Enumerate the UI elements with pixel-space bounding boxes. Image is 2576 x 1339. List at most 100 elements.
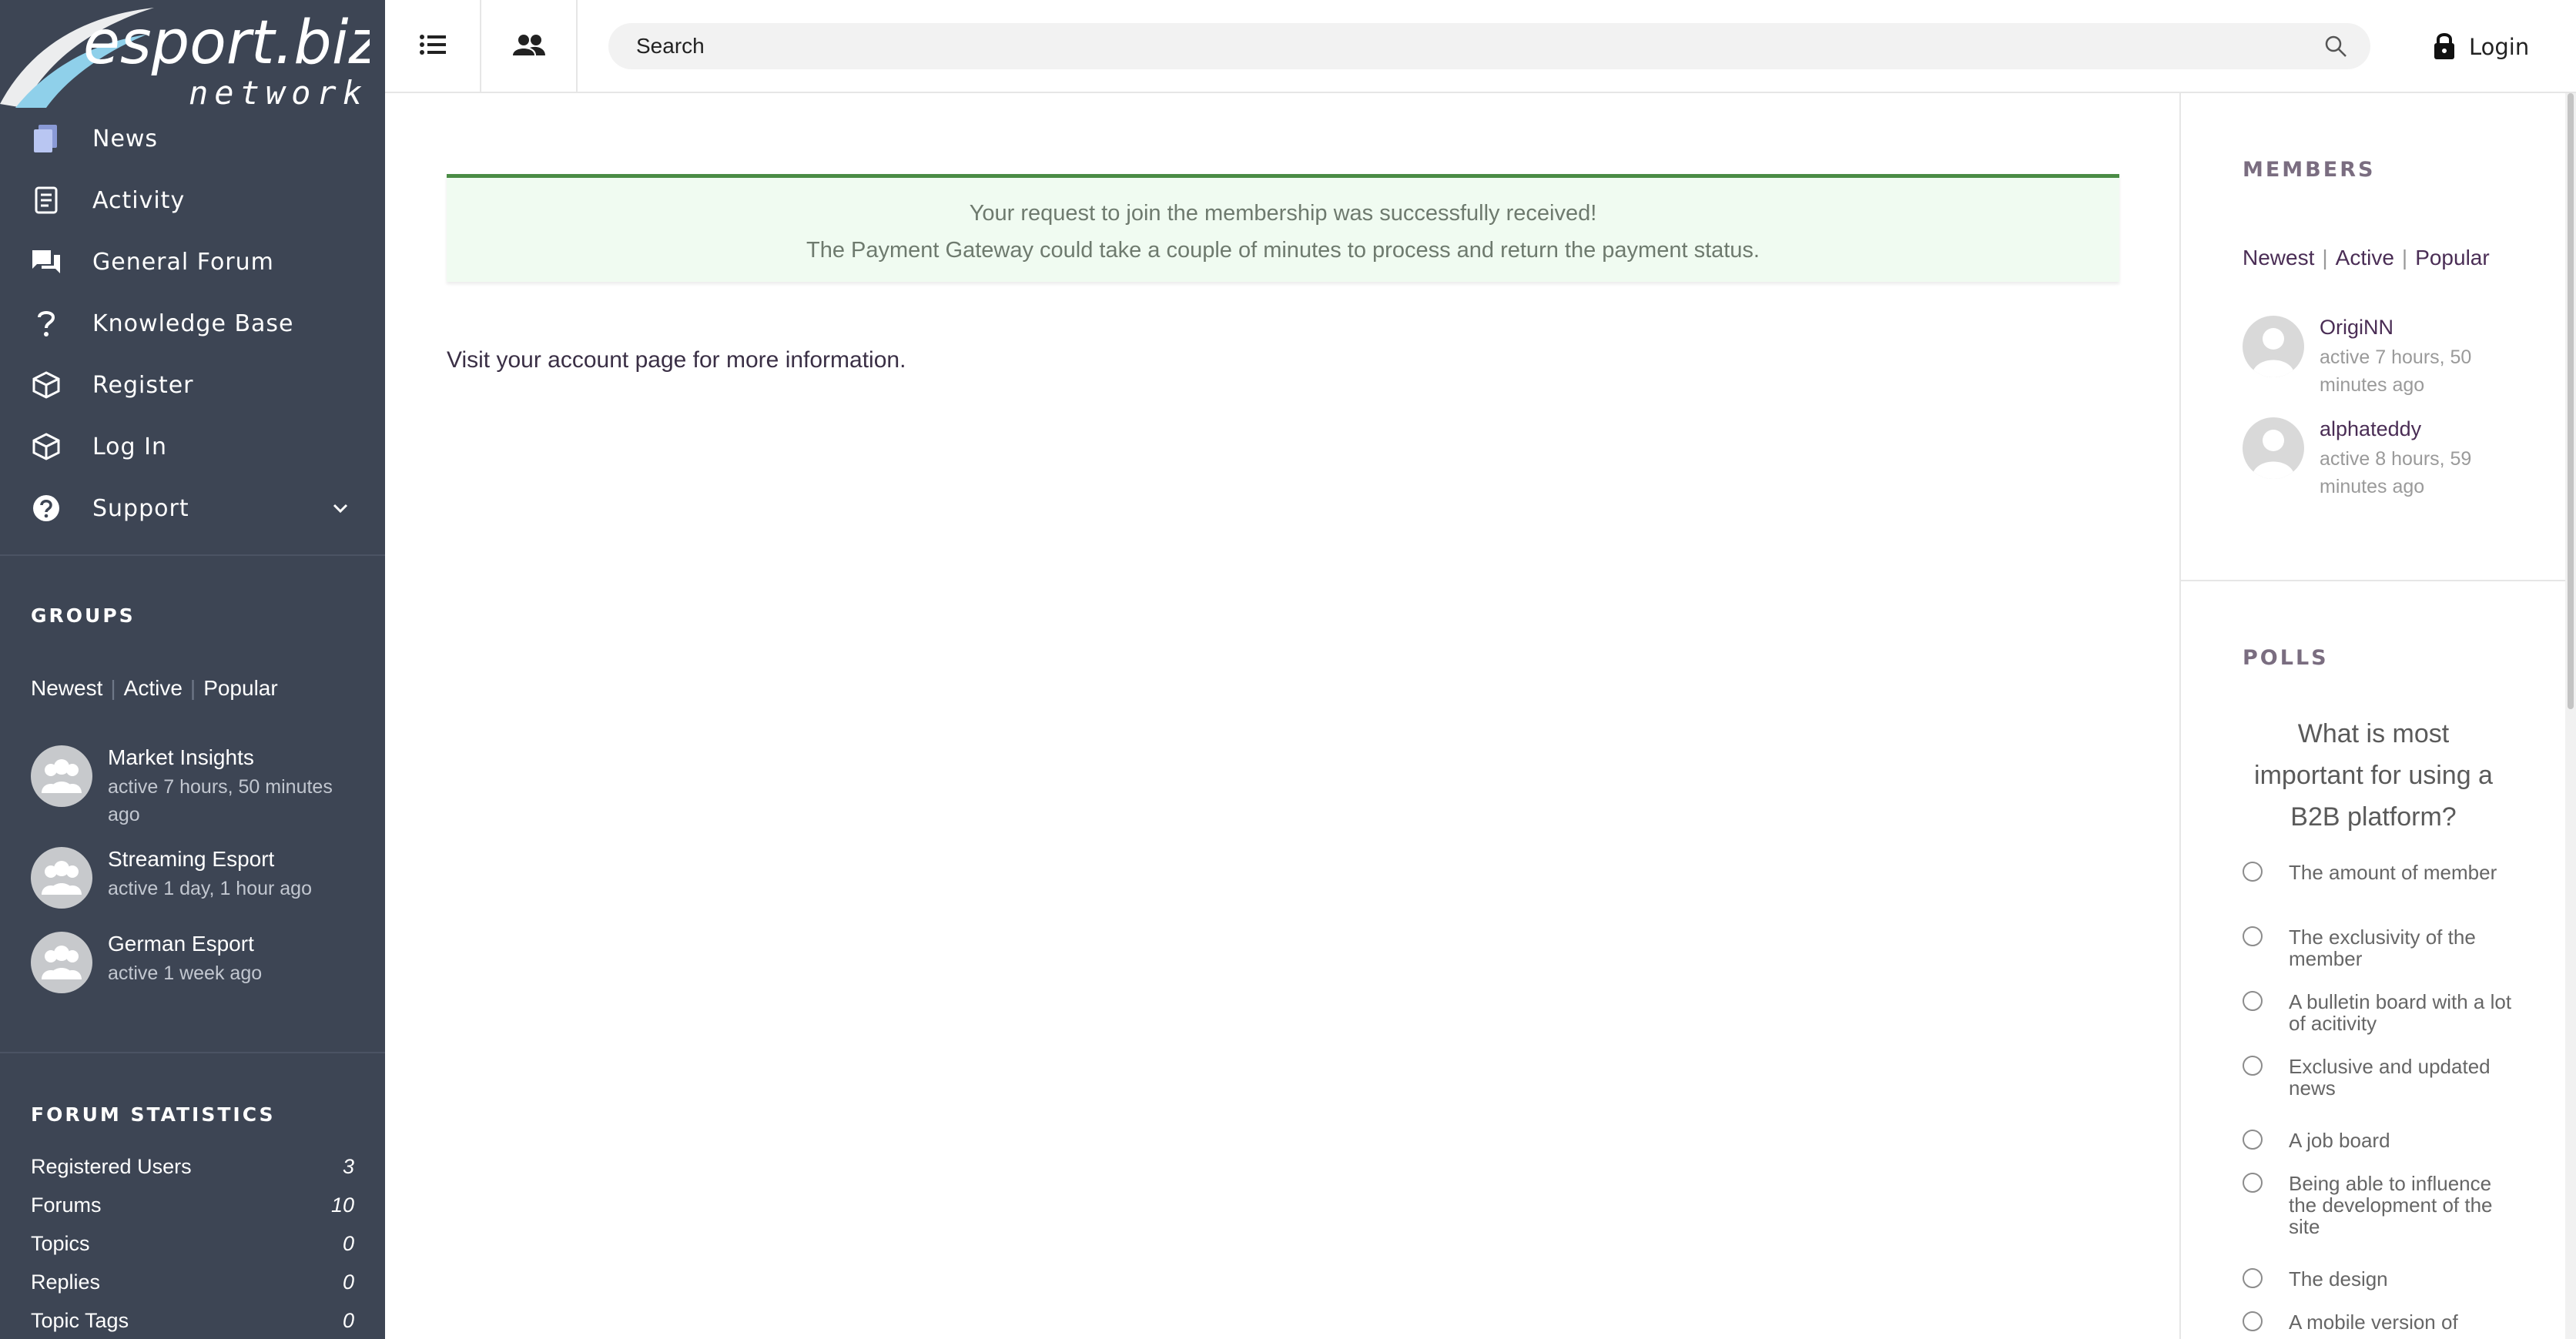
stat-label: Registered Users xyxy=(31,1155,192,1178)
group-name[interactable]: Streaming Esport xyxy=(108,847,274,872)
toggle-menu-button[interactable] xyxy=(385,0,481,92)
poll-radio[interactable] xyxy=(2243,1130,2263,1150)
list-icon xyxy=(419,34,446,59)
sidebar-item-label: News xyxy=(92,125,159,152)
poll-radio[interactable] xyxy=(2243,926,2263,946)
stat-value: 0 xyxy=(342,1309,354,1332)
notice-message: The Payment Gateway could take a couple … xyxy=(806,238,1760,263)
stat-value: 0 xyxy=(342,1270,354,1294)
poll-radio[interactable] xyxy=(2243,1173,2263,1193)
info-text-prefix: Visit your xyxy=(447,347,548,373)
poll-radio[interactable] xyxy=(2243,991,2263,1011)
member-activity: active 7 hours, 50 minutes ago xyxy=(2320,346,2472,396)
poll-option-label[interactable]: The amount of member xyxy=(2289,862,2512,883)
poll-option-label[interactable]: A job board xyxy=(2289,1130,2512,1151)
members-heading: MEMBERS xyxy=(2243,158,2376,182)
page-scrollbar[interactable] xyxy=(2565,93,2576,1339)
account-info-text: Visit your account page for more informa… xyxy=(447,347,906,373)
member-name[interactable]: OrigiNN xyxy=(2320,316,2393,340)
sidebar-item-general-forum[interactable]: General Forum xyxy=(0,231,385,293)
member-name[interactable]: alphateddy xyxy=(2320,417,2421,441)
group-item[interactable]: Streaming Esport active 1 day, 1 hour ag… xyxy=(31,847,370,916)
stat-label: Forums xyxy=(31,1193,102,1217)
main-content: Your request to join the membership was … xyxy=(385,93,2179,1339)
stat-row-topics: Topics 0 xyxy=(31,1232,354,1263)
groups-tab-active[interactable]: Active xyxy=(124,676,183,700)
svg-text:esport.biz: esport.biz xyxy=(83,8,370,78)
sidebar-item-register[interactable]: Register xyxy=(0,354,385,416)
sidebar-item-label: Activity xyxy=(92,186,186,214)
tab-separator: | xyxy=(2322,246,2328,269)
sidebar-item-label: Support xyxy=(92,494,189,522)
member-avatar[interactable] xyxy=(2243,316,2304,377)
login-button[interactable]: Login xyxy=(2434,28,2529,66)
activity-icon xyxy=(31,185,62,216)
member-activity: active 8 hours, 59 minutes ago xyxy=(2320,448,2472,497)
group-activity: active 1 week ago xyxy=(108,962,263,984)
groups-tab-popular[interactable]: Popular xyxy=(203,676,278,700)
account-page-link[interactable]: account page xyxy=(548,347,686,373)
tab-separator: | xyxy=(2401,246,2408,269)
logo-swoosh-icon: esport.biz network xyxy=(0,8,381,112)
sidebar-item-activity[interactable]: Activity xyxy=(0,169,385,231)
members-tab-popular[interactable]: Popular xyxy=(2415,246,2490,269)
poll-option-label[interactable]: The exclusivity of the member xyxy=(2289,926,2512,969)
poll-option-label[interactable]: A bulletin board with a lot of acitivity xyxy=(2289,991,2512,1034)
poll-option-label[interactable]: A mobile version of xyxy=(2289,1311,2512,1333)
group-item[interactable]: German Esport active 1 week ago xyxy=(31,932,370,1001)
search-bar[interactable] xyxy=(608,23,2370,69)
sidebar-divider xyxy=(0,554,385,556)
search-icon[interactable] xyxy=(2324,35,2347,58)
sidebar-item-news[interactable]: News xyxy=(0,108,385,169)
members-tab-newest[interactable]: Newest xyxy=(2243,246,2314,269)
sidebar-item-support[interactable]: Support xyxy=(0,477,385,539)
sidebar-item-knowledge-base[interactable]: Knowledge Base xyxy=(0,293,385,354)
stat-label: Topic Tags xyxy=(31,1309,129,1332)
right-sidebar: MEMBERS Newest | Active | Popular OrigiNN ac… xyxy=(2179,93,2566,1339)
members-button[interactable] xyxy=(481,0,578,92)
group-activity: active 1 day, 1 hour ago xyxy=(108,878,312,899)
sidebar-item-label: Log In xyxy=(92,433,167,460)
poll-radio[interactable] xyxy=(2243,1056,2263,1076)
poll-radio[interactable] xyxy=(2243,1311,2263,1331)
left-sidebar: esport.biz network News Activity General… xyxy=(0,0,385,1339)
search-input[interactable] xyxy=(636,23,2253,69)
tab-separator: | xyxy=(110,676,116,700)
stat-value: 10 xyxy=(330,1193,354,1217)
group-avatar[interactable] xyxy=(31,847,92,909)
site-logo[interactable]: esport.biz network xyxy=(0,0,385,112)
stat-value: 0 xyxy=(342,1232,354,1255)
forum-icon xyxy=(31,246,62,277)
group-avatar[interactable] xyxy=(31,745,92,807)
groups-tab-newest[interactable]: Newest xyxy=(31,676,102,700)
info-text-suffix: for more information. xyxy=(686,347,906,373)
sidebar-item-log-in[interactable]: Log In xyxy=(0,416,385,477)
poll-option-label[interactable]: Being able to influence the development … xyxy=(2289,1173,2512,1237)
stat-row-topic-tags: Topic Tags 0 xyxy=(31,1309,354,1339)
sidebar-item-label: Register xyxy=(92,371,194,399)
stat-row-registered-users: Registered Users 3 xyxy=(31,1155,354,1186)
member-item[interactable]: alphateddy active 8 hours, 59 minutes ag… xyxy=(2243,417,2535,502)
scrollbar-thumb[interactable] xyxy=(2568,93,2574,709)
tab-separator: | xyxy=(189,676,196,700)
login-label: Login xyxy=(2469,34,2530,60)
member-avatar[interactable] xyxy=(2243,417,2304,479)
forum-statistics-heading: FORUM STATISTICS xyxy=(31,1103,276,1126)
poll-option-label[interactable]: Exclusive and updated news xyxy=(2289,1056,2512,1099)
group-name[interactable]: Market Insights xyxy=(108,745,254,770)
group-name[interactable]: German Esport xyxy=(108,932,254,956)
poll-radio[interactable] xyxy=(2243,1268,2263,1288)
stat-label: Replies xyxy=(31,1270,101,1294)
sidebar-divider xyxy=(0,1052,385,1053)
poll-option-label[interactable]: The design xyxy=(2289,1268,2512,1290)
sidebar-nav: News Activity General Forum Knowledge Ba… xyxy=(0,108,385,539)
stat-value: 3 xyxy=(342,1155,354,1178)
poll-question: What is most important for using a B2B p… xyxy=(2254,719,2493,832)
chevron-down-icon[interactable] xyxy=(330,497,351,519)
group-avatar[interactable] xyxy=(31,932,92,993)
poll-radio[interactable] xyxy=(2243,862,2263,882)
members-tab-active[interactable]: Active xyxy=(2336,246,2394,269)
stat-row-forums: Forums 10 xyxy=(31,1193,354,1224)
member-item[interactable]: OrigiNN active 7 hours, 50 minutes ago xyxy=(2243,316,2535,400)
group-item[interactable]: Market Insights active 7 hours, 50 minut… xyxy=(31,745,370,830)
